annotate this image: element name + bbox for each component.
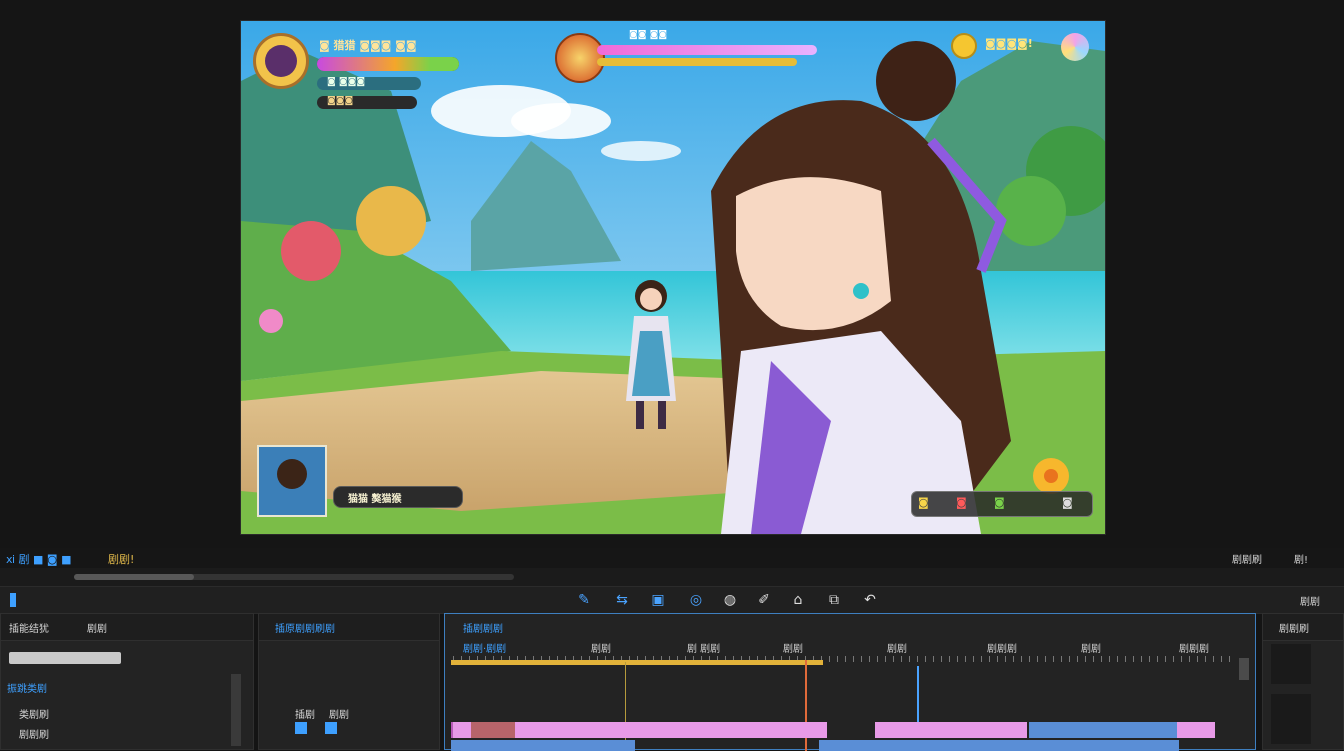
health-text: ◙◙◙: [327, 96, 354, 106]
editing-toolbar: ✎ ⇆ ▣ ◎ ◍ ✐ ⌂ ⧉ ↶ 剧剧: [0, 586, 1344, 614]
portrait-hair-icon: [277, 459, 307, 489]
right-panel: 剧剧刷: [1262, 613, 1344, 750]
toolbar-indicator: [10, 593, 16, 607]
project-footer-left: 插剧: [295, 710, 315, 721]
effects-panel-tab[interactable]: 剧剧: [87, 620, 107, 635]
video-clip-1[interactable]: [451, 722, 827, 738]
right-panel-box-1[interactable]: [1271, 644, 1311, 684]
right-panel-box-2[interactable]: [1271, 694, 1311, 744]
top-right-text: ◙◙◙◙!: [985, 37, 1033, 50]
tool-zoom-icon[interactable]: ◍: [720, 590, 740, 610]
ruler-label-7: 剧剧剧: [1179, 644, 1209, 655]
gold-coin-icon: [951, 33, 977, 59]
video-clip-3[interactable]: [1029, 722, 1177, 738]
monitor-controls: ⅺ 剧 ■ ◙ ■ 剧剧! 剧剧刷 剧!: [0, 548, 1344, 568]
mana-text: ◙ ◙◙◙: [327, 77, 366, 87]
ruler-label-5: 剧剧剧: [987, 644, 1017, 655]
effects-search-input[interactable]: [9, 652, 121, 664]
tool-target-icon[interactable]: ◎: [686, 590, 706, 610]
player-avatar[interactable]: [253, 33, 309, 89]
video-clip-2[interactable]: [875, 722, 1027, 738]
work-area-bar[interactable]: [451, 660, 823, 665]
monitor-right-label-1[interactable]: 剧剧刷: [1232, 551, 1262, 566]
effects-section-label: 振跳类剧: [7, 684, 47, 695]
toolbar-right-label[interactable]: 剧剧: [1300, 593, 1320, 608]
project-panel-title[interactable]: 插原剧剧刷剧: [275, 620, 335, 635]
effects-panel-header: 插能结犹 剧剧: [1, 614, 253, 641]
ruler-label-4: 剧剧: [887, 644, 907, 655]
health-bar: [317, 57, 459, 71]
boss-stamina-bar: [597, 58, 797, 66]
project-item-2[interactable]: [325, 722, 337, 734]
ruler-label-6: 剧剧: [1081, 644, 1101, 655]
tool-edit-icon[interactable]: ✐: [754, 590, 774, 610]
skill-icon-2: ◙: [956, 496, 967, 509]
timeline-title[interactable]: 插剧剧剧: [463, 620, 503, 635]
effects-row-2[interactable]: 剧剧刷: [19, 726, 49, 741]
mana-bar: ◙ ◙◙◙: [317, 77, 421, 90]
status-bar: ◙◙◙: [317, 96, 417, 109]
skill-icon-1: ◙: [918, 496, 929, 509]
right-panel-header: 剧剧刷: [1263, 614, 1343, 641]
dialog-box[interactable]: 猫猫 獒猫猴: [333, 486, 463, 508]
timeline-panel: 插剧剧剧 剧剧·剧剧 剧剧 剧 剧剧 剧剧 剧剧 剧剧剧 剧剧 剧剧剧: [444, 613, 1256, 751]
monitor-left-controls[interactable]: ⅺ 剧 ■ ◙ ■: [6, 551, 72, 567]
tool-home-icon[interactable]: ⌂: [788, 590, 808, 610]
skill-bar[interactable]: ◙ ◙ ◙ ◙: [911, 491, 1093, 517]
effects-panel: 插能结犹 剧剧 振跳类剧 类剧刷 剧剧刷: [0, 613, 254, 750]
tool-box-icon[interactable]: ▣: [648, 590, 668, 610]
dialog-portrait: [257, 445, 327, 517]
clip-thumbnail: [471, 722, 515, 738]
timeline-timecode[interactable]: 剧剧·剧剧: [463, 640, 506, 655]
health-bar-fill: [317, 57, 459, 71]
marker-blue[interactable]: [917, 666, 919, 722]
player-name: ◙ 猎猎 ◙◙◙ ◙◙: [319, 39, 417, 52]
tool-swap-icon[interactable]: ⇆: [612, 590, 632, 610]
effects-panel-title[interactable]: 插能结犹: [9, 620, 49, 635]
monitor-right-label-2[interactable]: 剧!: [1294, 551, 1308, 566]
effects-row-1[interactable]: 类剧刷: [19, 706, 49, 721]
project-item-1[interactable]: [295, 722, 307, 734]
menu-orb-icon[interactable]: [1061, 33, 1089, 61]
timeline-scrollbar[interactable]: [1239, 658, 1249, 680]
skill-icon-3: ◙: [994, 496, 1005, 509]
project-panel: 插原剧剧刷剧 插剧 剧剧: [258, 613, 440, 750]
boss-name: ◙◙ ◙◙: [629, 30, 668, 40]
scrub-bar-handle[interactable]: [74, 574, 194, 580]
video-frame[interactable]: ◙ 猎猎 ◙◙◙ ◙◙ ◙ ◙◙◙ ◙◙◙ ◙◙ ◙◙ ◙◙◙◙! 猫猫 獒猫猴…: [240, 20, 1106, 535]
tool-copy-icon[interactable]: ⧉: [824, 590, 844, 610]
video-clip-4[interactable]: [1177, 722, 1215, 738]
effects-scrollbar[interactable]: [231, 674, 241, 746]
ruler-label-2: 剧 剧剧: [687, 644, 721, 655]
monitor-label[interactable]: 剧剧!: [108, 551, 134, 567]
dialog-text: 猫猫 獒猫猴: [348, 494, 402, 505]
boss-health-bar: [597, 45, 817, 55]
audio-clip-1[interactable]: [451, 740, 635, 751]
project-footer-right: 剧剧: [329, 710, 349, 721]
audio-clip-2[interactable]: [819, 740, 1179, 751]
scrub-bar[interactable]: [0, 568, 1344, 586]
tool-undo-icon[interactable]: ↶: [860, 590, 880, 610]
avatar-face-icon: [265, 45, 297, 77]
tool-pen-icon[interactable]: ✎: [574, 590, 594, 610]
project-panel-header: 插原剧剧刷剧: [259, 614, 439, 641]
ruler-label-1: 剧剧: [591, 644, 611, 655]
ruler-label-3: 剧剧: [783, 644, 803, 655]
right-panel-title[interactable]: 剧剧刷: [1279, 620, 1309, 635]
skill-icon-4: ◙: [1062, 496, 1073, 509]
